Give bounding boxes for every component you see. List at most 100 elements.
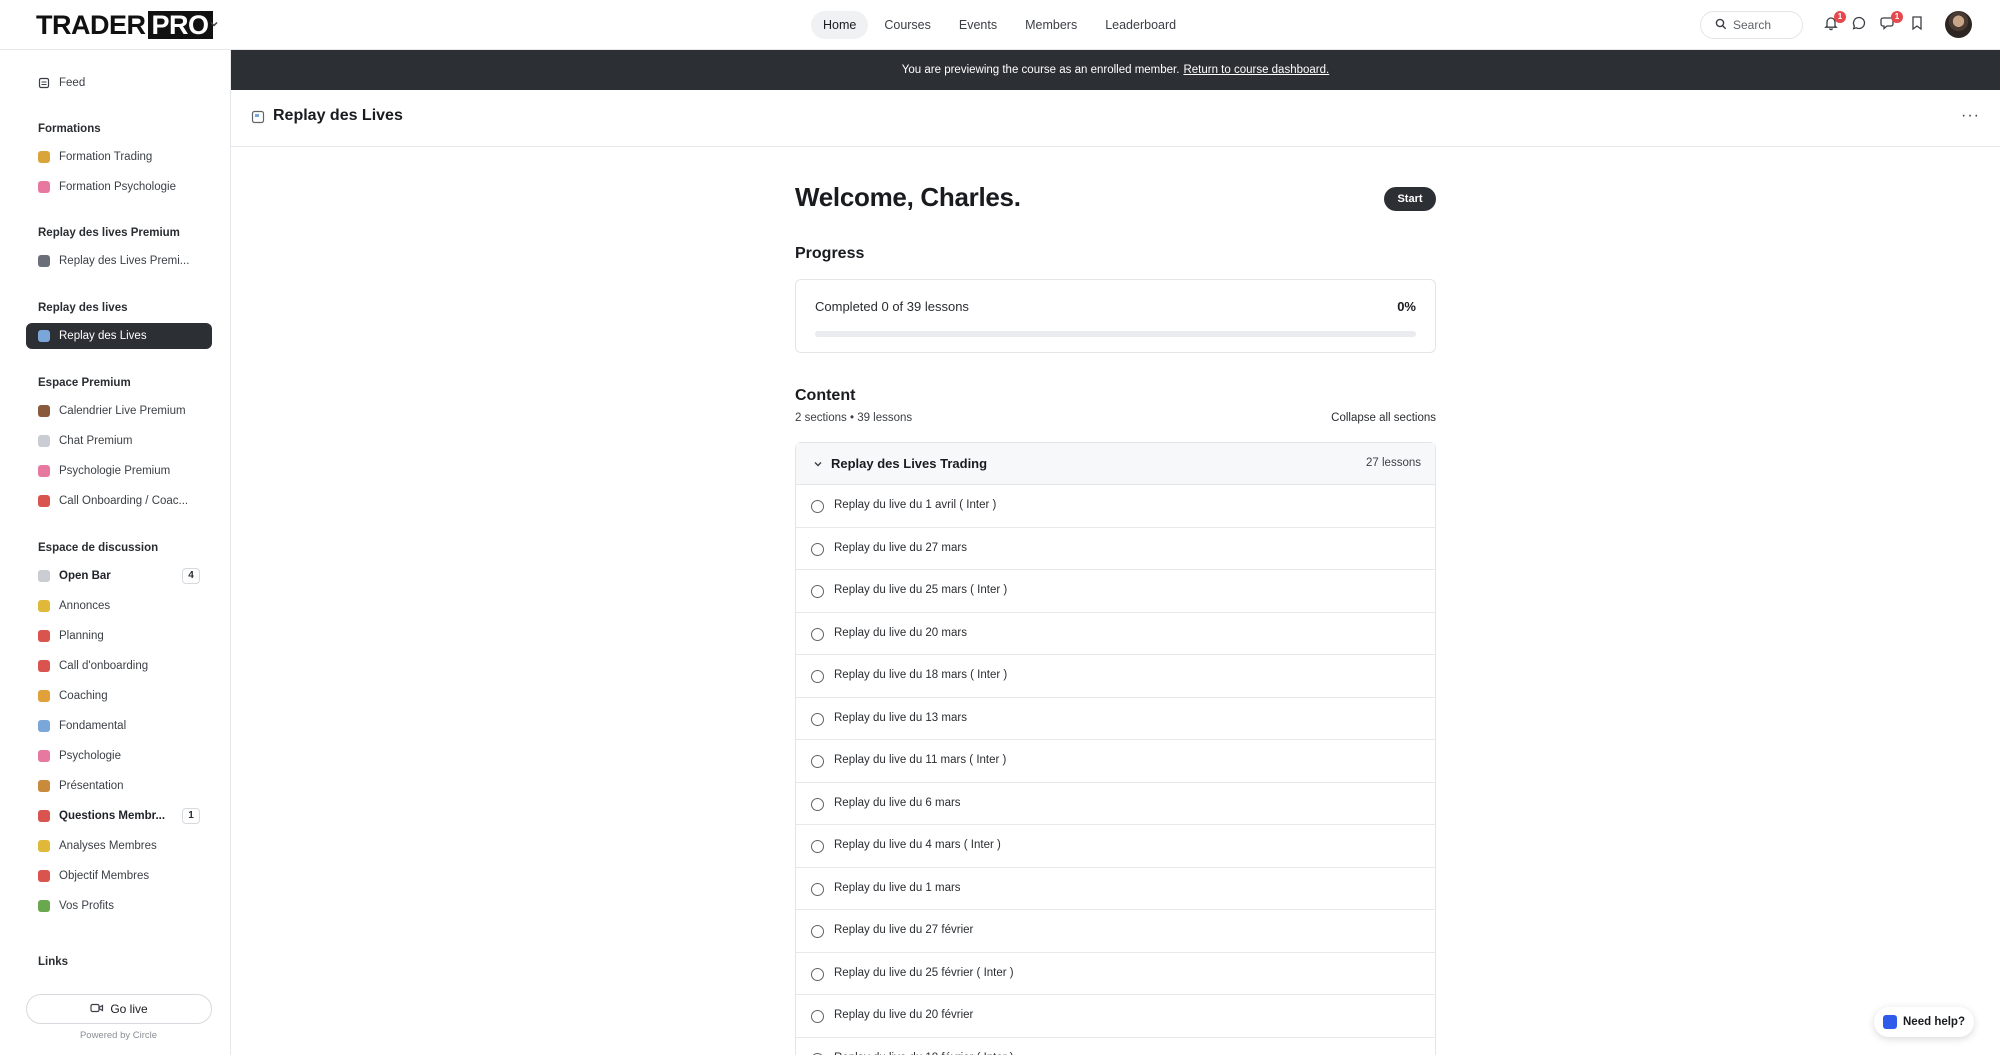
lesson-row[interactable]: Replay du live du 20 février: [796, 995, 1435, 1038]
sidebar-item-psychologie-premium[interactable]: Psychologie Premium: [26, 458, 212, 484]
sidebar-item-label: Calendrier Live Premium: [59, 405, 186, 417]
incomplete-circle-icon: [811, 967, 824, 981]
money-icon: [38, 900, 50, 912]
sidebar-item-label: Formation Trading: [59, 151, 153, 163]
lesson-row[interactable]: Replay du live du 13 mars: [796, 698, 1435, 740]
target-icon: [38, 870, 50, 882]
lesson-row[interactable]: Replay du live du 27 mars: [796, 528, 1435, 570]
pencil-icon: [38, 840, 50, 852]
bookmarks-button[interactable]: [1909, 15, 1927, 33]
sidebar-item-label: Replay des Lives: [59, 330, 147, 342]
nav-leaderboard[interactable]: Leaderboard: [1093, 11, 1188, 39]
lesson-row[interactable]: Replay du live du 25 février ( Inter ): [796, 953, 1435, 995]
lesson-title: Replay du live du 20 février: [834, 1009, 974, 1021]
sidebar-item-fondamental[interactable]: Fondamental: [26, 713, 212, 739]
lesson-row[interactable]: Replay du live du 1 mars: [796, 868, 1435, 910]
lesson-title: Replay du live du 25 mars ( Inter ): [834, 584, 1008, 596]
sidebar-item-open-bar[interactable]: Open Bar 4: [26, 563, 212, 589]
lesson-row[interactable]: Replay du live du 18 février ( Inter ): [796, 1038, 1435, 1055]
sidebar-item-formation-psychologie[interactable]: Formation Psychologie: [26, 174, 212, 200]
sidebar-item-chat-premium[interactable]: Chat Premium: [26, 428, 212, 454]
collapse-all-sections-button[interactable]: Collapse all sections: [1331, 412, 1436, 424]
sidebar-item-annonces[interactable]: Annonces: [26, 593, 212, 619]
sidebar-item-feed[interactable]: Feed: [26, 70, 212, 96]
lesson-row[interactable]: Replay du live du 18 mars ( Inter ): [796, 655, 1435, 698]
sidebar-section-title: Replay des lives Premium: [38, 227, 180, 239]
go-live-button[interactable]: Go live: [26, 994, 212, 1024]
nav-courses[interactable]: Courses: [872, 11, 943, 39]
lesson-row[interactable]: Replay du live du 1 avril ( Inter ): [796, 485, 1435, 528]
chat-button[interactable]: [1851, 15, 1869, 33]
chat-bubble-icon: [1851, 16, 1867, 34]
banner-text: You are previewing the course as an enro…: [901, 64, 1180, 76]
bookmark-icon: [1909, 16, 1925, 34]
sidebar-item-vos-profits[interactable]: Vos Profits: [26, 893, 212, 919]
nav-members[interactable]: Members: [1013, 11, 1089, 39]
notifications-button[interactable]: 1: [1823, 11, 1846, 33]
nav-events[interactable]: Events: [947, 11, 1009, 39]
chevron-down-icon: [812, 458, 824, 470]
return-to-dashboard-link[interactable]: Return to course dashboard.: [1183, 64, 1329, 76]
incomplete-circle-icon: [811, 840, 824, 853]
lesson-title: Replay du live du 25 février ( Inter ): [834, 966, 1014, 979]
avatar[interactable]: [1945, 11, 1972, 38]
sidebar-item-replay-premium[interactable]: Replay des Lives Premi...: [26, 248, 212, 274]
section-title: Replay des Lives Trading: [831, 456, 988, 471]
messages-button[interactable]: 1: [1880, 11, 1903, 33]
sidebar-item-objectif-membres[interactable]: Objectif Membres: [26, 863, 212, 889]
sidebar-item-presentation[interactable]: Présentation: [26, 773, 212, 799]
sidebar-item-formation-trading[interactable]: Formation Trading: [26, 144, 212, 170]
lesson-row[interactable]: Replay du live du 4 mars ( Inter ): [796, 825, 1435, 868]
sidebar-item-call-onboarding-2[interactable]: Call d'onboarding: [26, 653, 212, 679]
calendar-icon: [38, 405, 50, 417]
sidebar-item-psychologie[interactable]: Psychologie: [26, 743, 212, 769]
sidebar-item-label: Formation Psychologie: [59, 181, 176, 193]
incomplete-circle-icon: [811, 797, 824, 811]
sidebar-item-analyses-membres[interactable]: Analyses Membres: [26, 833, 212, 859]
incomplete-circle-icon: [811, 500, 824, 513]
sidebar-item-call-onboarding[interactable]: Call Onboarding / Coac...: [26, 488, 212, 514]
need-help-label: Need help?: [1903, 1016, 1965, 1028]
need-help-button[interactable]: Need help?: [1874, 1007, 1974, 1037]
search-icon: [1715, 18, 1727, 33]
lesson-row[interactable]: Replay du live du 6 mars: [796, 783, 1435, 825]
lesson-title: Replay du live du 4 mars ( Inter ): [834, 839, 1001, 851]
lesson-row[interactable]: Replay du live du 27 février: [796, 910, 1435, 953]
sidebar-item-label: Questions Membr...: [59, 810, 166, 822]
lesson-title: Replay du live du 6 mars: [834, 796, 961, 809]
lesson-row[interactable]: Replay du live du 11 mars ( Inter ): [796, 740, 1435, 783]
sidebar-item-label: Coaching: [59, 690, 108, 702]
chevron-down-icon[interactable]: [207, 17, 221, 31]
powered-by[interactable]: Powered by Circle: [6, 1030, 231, 1041]
incomplete-circle-icon: [811, 755, 824, 768]
sidebar-item-coaching[interactable]: Coaching: [26, 683, 212, 709]
lesson-title: Replay du live du 1 mars: [834, 881, 961, 894]
search-button[interactable]: Search: [1700, 11, 1803, 39]
content-meta: 2 sections • 39 lessons: [795, 412, 913, 424]
chart-icon: [38, 720, 50, 732]
brain-icon: [38, 181, 50, 193]
lesson-row[interactable]: Replay du live du 20 mars: [796, 613, 1435, 655]
sidebar-section-title: Espace Premium: [38, 377, 131, 389]
more-options-icon[interactable]: ···: [1961, 107, 1980, 125]
sidebar-item-label: Annonces: [59, 600, 111, 612]
lesson-row[interactable]: Replay du live du 25 mars ( Inter ): [796, 570, 1435, 613]
sidebar-item-label: Feed: [59, 77, 86, 89]
sidebar-item-planning[interactable]: Planning: [26, 623, 212, 649]
progress-text: Completed 0 of 39 lessons: [815, 299, 969, 314]
progress-bar: [815, 331, 1416, 337]
film-icon: [38, 330, 50, 342]
sidebar-item-replay-des-lives[interactable]: Replay des Lives: [26, 323, 212, 349]
sidebar-item-calendrier-live[interactable]: Calendrier Live Premium: [26, 398, 212, 424]
section-header[interactable]: Replay des Lives Trading 27 lessons: [796, 443, 1435, 485]
sidebar-item-questions-membres[interactable]: Questions Membr... 1: [26, 803, 212, 829]
top-bar: TRADER PRO Home Courses Events Members L…: [0, 0, 2000, 50]
calendar-icon: [38, 630, 50, 642]
start-button[interactable]: Start: [1384, 187, 1436, 211]
brand-logo[interactable]: TRADER PRO: [36, 11, 213, 39]
nav-home[interactable]: Home: [811, 11, 869, 39]
feed-icon: [38, 77, 50, 89]
lesson-list: Replay du live du 1 avril ( Inter ) Repla…: [796, 485, 1435, 1055]
main-nav: Home Courses Events Members Leaderboard: [811, 11, 1192, 39]
sidebar-item-label: Call d'onboarding: [59, 660, 149, 672]
